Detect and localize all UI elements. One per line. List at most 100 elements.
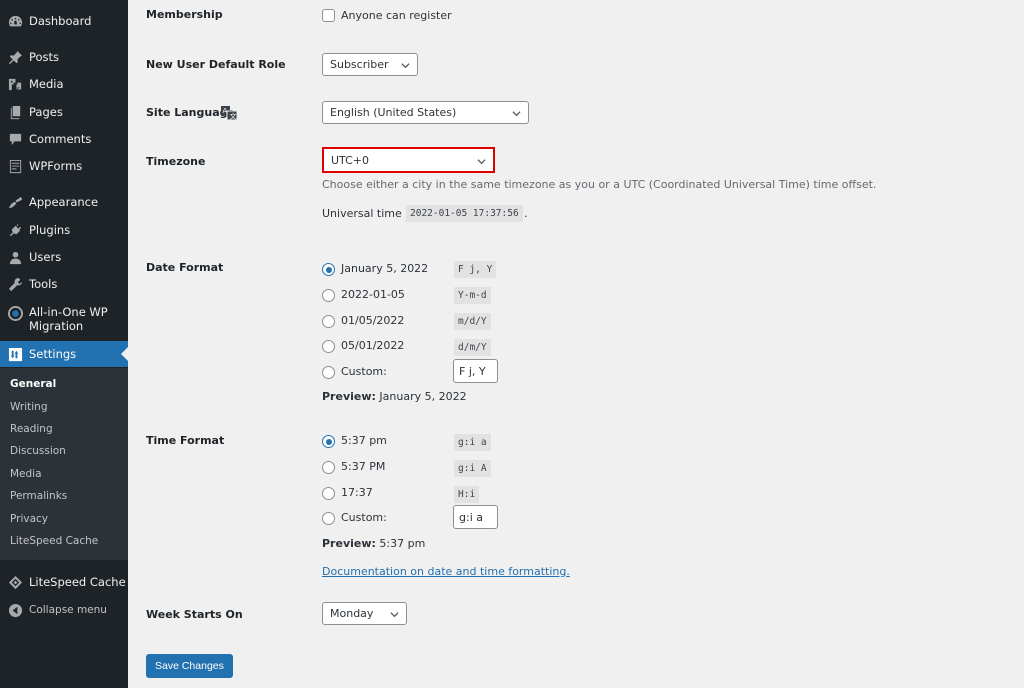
sidebar-item-plugins[interactable]: Plugins bbox=[0, 217, 128, 243]
submenu-item-privacy[interactable]: Privacy bbox=[10, 513, 48, 525]
sidebar-item-label: Comments bbox=[29, 132, 92, 146]
preview-label: Preview: bbox=[322, 390, 376, 403]
wrench-icon bbox=[7, 276, 23, 292]
collapse-menu-button[interactable]: Collapse menu bbox=[0, 597, 128, 623]
preview-label: Preview: bbox=[322, 537, 376, 550]
week-starts-select[interactable]: Monday bbox=[322, 602, 407, 625]
general-settings-form: Membership Anyone can register New User … bbox=[128, 0, 1024, 688]
settings-icon bbox=[7, 346, 23, 362]
date-time-documentation-link[interactable]: Documentation on date and time formattin… bbox=[322, 565, 570, 578]
date-format-option-label[interactable]: 01/05/2022 bbox=[341, 314, 404, 327]
pages-icon bbox=[7, 104, 23, 120]
date-format-radio-2[interactable] bbox=[322, 289, 335, 302]
date-format-radio-1[interactable] bbox=[322, 263, 335, 276]
date-format-code: d/m/Y bbox=[454, 339, 491, 356]
doc-link-text: Documentation on date and time formattin… bbox=[322, 565, 567, 578]
sidebar-item-appearance[interactable]: Appearance bbox=[0, 189, 128, 215]
time-format-preview: Preview: 5:37 pm bbox=[322, 537, 425, 550]
dashboard-icon bbox=[7, 13, 23, 29]
time-format-code: H:i bbox=[454, 486, 480, 503]
sidebar-item-settings[interactable]: Settings bbox=[0, 341, 128, 367]
date-format-radio-4[interactable] bbox=[322, 340, 335, 353]
date-format-code: Y-m-d bbox=[454, 287, 491, 304]
sidebar-item-label: Plugins bbox=[29, 223, 71, 237]
site-language-select[interactable]: English (United States) bbox=[322, 101, 529, 124]
sidebar-item-label: Posts bbox=[29, 50, 60, 64]
default-role-label: New User Default Role bbox=[146, 58, 286, 71]
anyone-can-register-label[interactable]: Anyone can register bbox=[341, 9, 452, 22]
date-format-code: F j, Y bbox=[454, 261, 497, 278]
time-format-custom-input[interactable] bbox=[453, 505, 498, 529]
sidebar-item-users[interactable]: Users bbox=[0, 244, 128, 270]
admin-sidebar: Dashboard Posts Media Pages Comments WPF… bbox=[0, 0, 128, 688]
week-starts-label: Week Starts On bbox=[146, 608, 243, 621]
time-format-option-label[interactable]: 5:37 pm bbox=[341, 434, 387, 447]
migration-icon bbox=[7, 305, 23, 321]
submenu-item-media[interactable]: Media bbox=[10, 468, 42, 480]
sidebar-item-media[interactable]: Media bbox=[0, 71, 128, 97]
site-language-value: English (United States) bbox=[330, 106, 457, 119]
time-format-radio-1[interactable] bbox=[322, 435, 335, 448]
sidebar-item-dashboard[interactable]: Dashboard bbox=[0, 8, 128, 34]
chevron-down-icon bbox=[512, 108, 521, 117]
preview-value: 5:37 pm bbox=[379, 537, 426, 550]
comment-icon bbox=[7, 131, 23, 147]
universal-time-value: 2022-01-05 17:37:56 bbox=[406, 205, 523, 222]
date-format-radio-3[interactable] bbox=[322, 315, 335, 328]
time-format-option-label[interactable]: 5:37 PM bbox=[341, 460, 385, 473]
sidebar-item-label: Tools bbox=[29, 277, 58, 291]
timezone-label: Timezone bbox=[146, 155, 206, 168]
date-format-label: Date Format bbox=[146, 261, 224, 274]
settings-submenu: General Writing Reading Discussion Media… bbox=[0, 368, 128, 560]
date-format-option-label[interactable]: Custom: bbox=[341, 365, 387, 378]
date-format-option-label[interactable]: January 5, 2022 bbox=[341, 262, 428, 275]
sidebar-item-label: LiteSpeed Cache bbox=[29, 575, 126, 589]
submenu-item-general[interactable]: General bbox=[10, 378, 56, 390]
time-format-radio-custom[interactable] bbox=[322, 512, 335, 525]
time-format-code: g:i A bbox=[454, 460, 491, 477]
litespeed-icon bbox=[7, 574, 23, 590]
date-format-option-label[interactable]: 05/01/2022 bbox=[341, 339, 404, 352]
user-icon bbox=[7, 249, 23, 265]
submenu-item-reading[interactable]: Reading bbox=[10, 423, 53, 435]
default-role-select[interactable]: Subscriber bbox=[322, 53, 418, 76]
time-format-option-label[interactable]: 17:37 bbox=[341, 486, 373, 499]
save-changes-button[interactable]: Save Changes bbox=[146, 654, 233, 678]
sidebar-item-label: Users bbox=[29, 250, 62, 264]
membership-label: Membership bbox=[146, 8, 223, 21]
submenu-item-permalinks[interactable]: Permalinks bbox=[10, 490, 67, 502]
date-format-preview: Preview: January 5, 2022 bbox=[322, 390, 467, 403]
time-format-code: g:i a bbox=[454, 434, 491, 451]
paintbrush-icon bbox=[7, 194, 23, 210]
sidebar-item-comments[interactable]: Comments bbox=[0, 126, 128, 152]
date-format-option-label[interactable]: 2022-01-05 bbox=[341, 288, 405, 301]
media-icon bbox=[7, 76, 23, 92]
submenu-item-discussion[interactable]: Discussion bbox=[10, 445, 66, 457]
sidebar-item-tools[interactable]: Tools bbox=[0, 271, 128, 297]
sidebar-item-litespeed-cache[interactable]: LiteSpeed Cache bbox=[0, 569, 128, 595]
time-format-label: Time Format bbox=[146, 434, 225, 447]
date-format-radio-custom[interactable] bbox=[322, 366, 335, 379]
sidebar-item-all-in-one-wp-migration[interactable]: All-in-One WP Migration bbox=[0, 302, 128, 338]
timezone-description: Choose either a city in the same timezon… bbox=[322, 178, 877, 191]
sidebar-item-wpforms[interactable]: WPForms bbox=[0, 153, 128, 179]
submenu-item-writing[interactable]: Writing bbox=[10, 401, 48, 413]
sidebar-item-pages[interactable]: Pages bbox=[0, 99, 128, 125]
anyone-can-register-checkbox[interactable] bbox=[322, 9, 335, 22]
sidebar-item-posts[interactable]: Posts bbox=[0, 44, 128, 70]
translation-icon: A 文 bbox=[221, 106, 237, 120]
date-format-code: m/d/Y bbox=[454, 313, 491, 330]
time-format-radio-2[interactable] bbox=[322, 461, 335, 474]
preview-value: January 5, 2022 bbox=[379, 390, 467, 403]
timezone-select[interactable]: UTC+0 bbox=[322, 147, 495, 173]
sidebar-item-label: Pages bbox=[29, 105, 63, 119]
sidebar-item-label: Media bbox=[29, 77, 64, 91]
week-starts-value: Monday bbox=[330, 607, 374, 620]
chevron-down-icon bbox=[401, 60, 410, 69]
collapse-icon bbox=[7, 602, 23, 618]
date-format-custom-input[interactable] bbox=[453, 359, 498, 383]
time-format-radio-3[interactable] bbox=[322, 487, 335, 500]
submenu-item-litespeed-cache[interactable]: LiteSpeed Cache bbox=[10, 535, 98, 547]
time-format-option-label[interactable]: Custom: bbox=[341, 511, 387, 524]
sidebar-item-label: Settings bbox=[29, 347, 77, 361]
